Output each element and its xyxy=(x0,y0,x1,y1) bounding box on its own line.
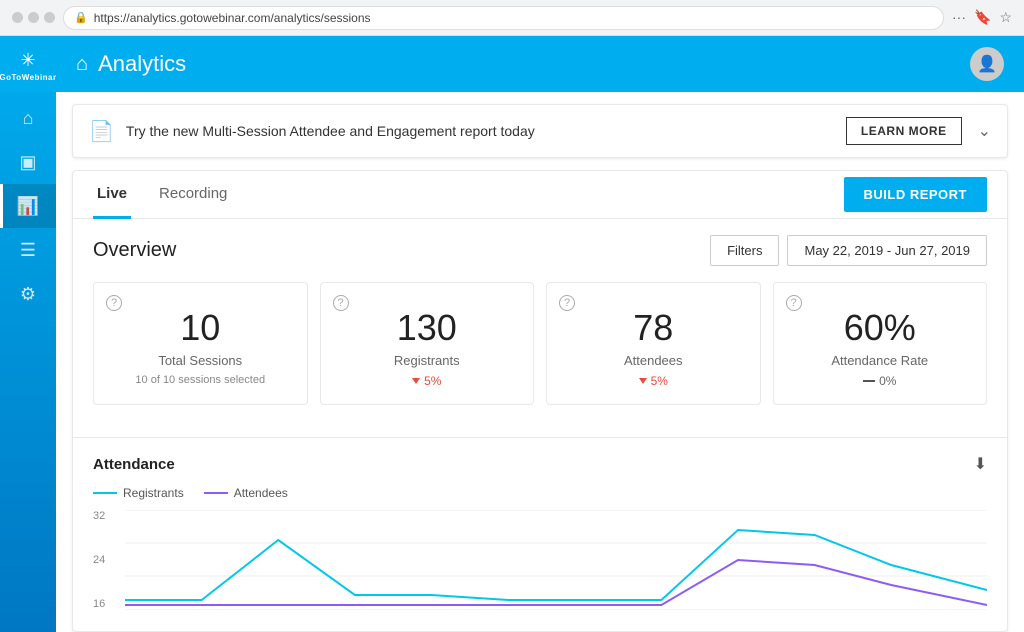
stats-grid: ? 10 Total Sessions 10 of 10 sessions se… xyxy=(93,282,987,405)
logo-icon: ✳ xyxy=(20,50,35,71)
stat-help-icon-registrants[interactable]: ? xyxy=(333,295,349,311)
legend-label-attendees: Attendees xyxy=(234,486,288,500)
content-area: ⌂ Analytics 👤 📄 Try the new Multi-Sessio… xyxy=(56,36,1024,632)
attendance-title: Attendance xyxy=(93,456,175,473)
registrants-line xyxy=(125,530,987,600)
main-panel: Live Recording BUILD REPORT Overview Fil… xyxy=(72,170,1008,632)
promo-banner: 📄 Try the new Multi-Session Attendee and… xyxy=(72,104,1008,158)
overview-section: Overview Filters May 22, 2019 - Jun 27, … xyxy=(73,219,1007,437)
stat-change-attendees: 5% xyxy=(563,374,744,388)
build-report-button[interactable]: BUILD REPORT xyxy=(844,177,988,212)
filters-button[interactable]: Filters xyxy=(710,235,779,266)
legend-line-attendees xyxy=(204,492,228,494)
y-label-16: 16 xyxy=(93,598,121,610)
overview-header: Overview Filters May 22, 2019 - Jun 27, … xyxy=(93,235,987,266)
browser-menu-icon[interactable]: ··· xyxy=(952,9,966,26)
stat-card-total-sessions: ? 10 Total Sessions 10 of 10 sessions se… xyxy=(93,282,308,405)
url-text: https://analytics.gotowebinar.com/analyt… xyxy=(94,11,371,25)
stat-value-sessions: 10 xyxy=(110,307,291,349)
app-wrapper: ✳ GoToWebinar ⌂ ▣ 📊 ☰ ⚙ ⌂ Analytics xyxy=(0,36,1024,632)
tabs-bar: Live Recording BUILD REPORT xyxy=(73,171,1007,219)
browser-dots xyxy=(12,12,55,23)
stat-label-registrants: Registrants xyxy=(337,353,518,368)
chart-icon: 📊 xyxy=(17,196,39,217)
learn-more-button[interactable]: LEARN MORE xyxy=(846,117,962,145)
stat-sub-sessions: 10 of 10 sessions selected xyxy=(110,374,291,386)
stat-change-value-rate: 0% xyxy=(879,374,896,388)
document-icon: 📄 xyxy=(89,119,114,144)
star-icon[interactable]: ☆ xyxy=(999,9,1012,26)
stat-label-sessions: Total Sessions xyxy=(110,353,291,368)
url-bar[interactable]: 🔒 https://analytics.gotowebinar.com/anal… xyxy=(63,6,944,30)
legend-line-registrants xyxy=(93,492,117,494)
chart-area: 32 24 16 xyxy=(93,510,987,610)
stat-value-registrants: 130 xyxy=(337,307,518,349)
browser-dot-2 xyxy=(28,12,39,23)
browser-dot-1 xyxy=(12,12,23,23)
overview-controls: Filters May 22, 2019 - Jun 27, 2019 xyxy=(710,235,987,266)
stat-label-attendees: Attendees xyxy=(563,353,744,368)
y-label-24: 24 xyxy=(93,554,121,566)
date-range-button[interactable]: May 22, 2019 - Jun 27, 2019 xyxy=(787,235,987,266)
tab-live[interactable]: Live xyxy=(93,171,131,219)
stat-change-value-attendees: 5% xyxy=(651,374,668,388)
stat-change-rate: 0% xyxy=(790,374,971,388)
browser-actions: ··· 🔖 ☆ xyxy=(952,9,1012,26)
sidebar-item-table[interactable]: ☰ xyxy=(0,228,56,272)
tab-recording-label: Recording xyxy=(159,185,227,202)
chart-svg xyxy=(125,510,987,610)
chart-y-labels: 32 24 16 xyxy=(93,510,121,610)
sidebar-item-chart[interactable]: 📊 xyxy=(0,184,56,228)
logo-text: GoToWebinar xyxy=(0,73,57,82)
download-icon[interactable]: ⬇ xyxy=(974,454,987,474)
arrow-down-icon-attendees xyxy=(639,378,647,384)
settings-icon: ⚙ xyxy=(20,284,36,305)
home-icon: ⌂ xyxy=(23,108,34,129)
page-header: ⌂ Analytics 👤 xyxy=(56,36,1024,92)
stat-change-value-registrants: 5% xyxy=(424,374,441,388)
header-icon: ⌂ xyxy=(76,53,88,76)
chart-legend: Registrants Attendees xyxy=(93,486,987,500)
stat-card-attendees: ? 78 Attendees 5% xyxy=(546,282,761,405)
stat-card-attendance-rate: ? 60% Attendance Rate 0% xyxy=(773,282,988,405)
overview-title: Overview xyxy=(93,239,176,262)
avatar-icon: 👤 xyxy=(977,54,997,74)
lock-icon: 🔒 xyxy=(74,11,88,24)
sidebar: ✳ GoToWebinar ⌂ ▣ 📊 ☰ ⚙ xyxy=(0,36,56,632)
stat-value-rate: 60% xyxy=(790,307,971,349)
banner-close-icon[interactable]: ⌄ xyxy=(978,121,991,141)
sidebar-nav: ⌂ ▣ 📊 ☰ ⚙ xyxy=(0,96,56,316)
sidebar-logo: ✳ GoToWebinar xyxy=(0,36,56,92)
y-label-32: 32 xyxy=(93,510,121,522)
arrow-down-icon xyxy=(412,378,420,384)
table-icon: ☰ xyxy=(20,240,36,261)
page-title: Analytics xyxy=(98,51,186,77)
legend-label-registrants: Registrants xyxy=(123,486,184,500)
avatar[interactable]: 👤 xyxy=(970,47,1004,81)
stat-value-attendees: 78 xyxy=(563,307,744,349)
banner-text: Try the new Multi-Session Attendee and E… xyxy=(126,123,846,139)
attendees-line xyxy=(125,560,987,605)
attendance-svg xyxy=(125,510,987,610)
stat-label-rate: Attendance Rate xyxy=(790,353,971,368)
monitor-icon: ▣ xyxy=(19,152,36,173)
attendance-header: Attendance ⬇ xyxy=(93,454,987,474)
stat-help-icon-sessions[interactable]: ? xyxy=(106,295,122,311)
browser-chrome: 🔒 https://analytics.gotowebinar.com/anal… xyxy=(0,0,1024,36)
sidebar-item-settings[interactable]: ⚙ xyxy=(0,272,56,316)
bookmark-icon[interactable]: 🔖 xyxy=(974,9,991,26)
dash-icon xyxy=(863,380,875,382)
sidebar-item-home[interactable]: ⌂ xyxy=(0,96,56,140)
tab-recording[interactable]: Recording xyxy=(155,171,231,219)
stat-change-registrants: 5% xyxy=(337,374,518,388)
tab-live-label: Live xyxy=(97,185,127,202)
stat-card-registrants: ? 130 Registrants 5% xyxy=(320,282,535,405)
stat-help-icon-attendees[interactable]: ? xyxy=(559,295,575,311)
stat-help-icon-rate[interactable]: ? xyxy=(786,295,802,311)
legend-item-attendees: Attendees xyxy=(204,486,288,500)
sidebar-item-monitor[interactable]: ▣ xyxy=(0,140,56,184)
browser-dot-3 xyxy=(44,12,55,23)
attendance-section: Attendance ⬇ Registrants Attendees 32 xyxy=(73,437,1007,626)
legend-item-registrants: Registrants xyxy=(93,486,184,500)
